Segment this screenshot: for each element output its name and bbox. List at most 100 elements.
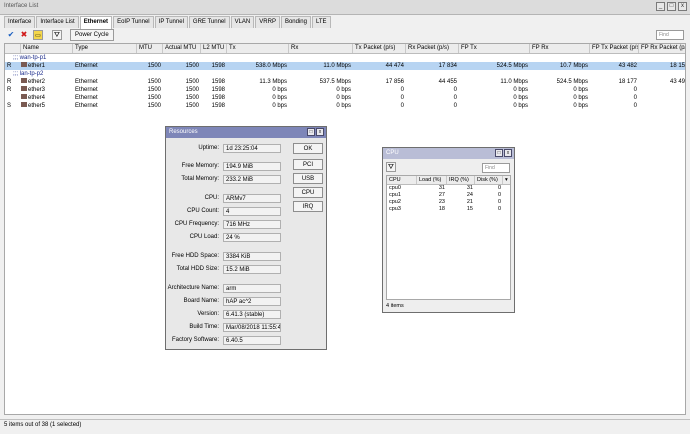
tab-gre-tunnel[interactable]: GRE Tunnel xyxy=(188,16,230,28)
irq-button[interactable]: IRQ xyxy=(293,201,323,212)
table-row-ether2[interactable]: R ether2 Ethernet 1500 1500 1598 11.3 Mb… xyxy=(5,78,685,86)
table-row[interactable]: cpu3 18 15 0 xyxy=(387,206,510,213)
row-l2mtu: 1598 xyxy=(211,87,225,93)
cpu-label: CPU: xyxy=(204,195,219,201)
tab-bar: Interface Interface List Ethernet EoIP T… xyxy=(4,16,332,29)
window-titlebar[interactable]: Interface List _ □ x xyxy=(0,0,690,15)
cpu-find-input[interactable]: Find xyxy=(482,163,510,173)
interface-icon xyxy=(21,78,27,83)
column-header-fp-rx[interactable]: FP Rx xyxy=(530,44,590,53)
row-fp-tx: 11.0 Mbps xyxy=(500,79,528,85)
enable-icon[interactable]: ✔ xyxy=(6,30,16,40)
row-fp-rx: 0 bps xyxy=(573,103,588,109)
column-header-disk[interactable]: Disk (%) xyxy=(475,176,503,184)
build-time-value[interactable]: Mar/08/2018 11:55:40 xyxy=(223,323,281,332)
column-header-flags[interactable] xyxy=(5,44,21,53)
factory-software-label: Factory Software: xyxy=(171,337,219,343)
column-header-irq[interactable]: IRQ (%) xyxy=(447,176,475,184)
cpu-name: cpu1 xyxy=(389,192,401,198)
table-row[interactable]: cpu0 31 31 0 xyxy=(387,185,510,192)
column-header-type[interactable]: Type xyxy=(73,44,137,53)
cpu-count-value[interactable]: 4 xyxy=(223,207,281,216)
cpu-titlebar[interactable]: CPU □ x xyxy=(383,148,514,159)
tab-eoip-tunnel[interactable]: EoIP Tunnel xyxy=(113,16,154,28)
free-hdd-value[interactable]: 3384 KiB xyxy=(223,252,281,261)
table-row[interactable]: cpu2 23 21 0 xyxy=(387,199,510,206)
cpu-value[interactable]: ARMv7 xyxy=(223,194,281,203)
power-cycle-button[interactable]: Power Cycle xyxy=(70,29,114,41)
cpu-filter-icon[interactable]: ⛛ xyxy=(386,162,396,172)
column-header-load[interactable]: Load (%) xyxy=(417,176,447,184)
tab-interface-list[interactable]: Interface List xyxy=(36,16,79,28)
interface-icon xyxy=(21,94,27,99)
total-memory-value[interactable]: 233.2 MiB xyxy=(223,175,281,184)
version-value[interactable]: 6.41.3 (stable) xyxy=(223,310,281,319)
tab-ip-tunnel[interactable]: IP Tunnel xyxy=(154,16,188,28)
factory-software-value[interactable]: 6.40.5 xyxy=(223,336,281,345)
tab-vrrp[interactable]: VRRP xyxy=(255,16,280,28)
tab-vlan[interactable]: VLAN xyxy=(230,16,255,28)
column-header-name[interactable]: Name xyxy=(21,44,73,53)
tab-lte[interactable]: LTE xyxy=(311,16,331,28)
usb-button[interactable]: USB xyxy=(293,173,323,184)
resources-dialog: Resources □ x Uptime: 1d 23:25:04 Free M… xyxy=(165,126,327,350)
cpu-status: 4 items xyxy=(386,303,404,309)
resources-titlebar[interactable]: Resources □ x xyxy=(166,127,326,138)
tab-bonding[interactable]: Bonding xyxy=(280,16,311,28)
close-button[interactable]: x xyxy=(678,2,687,11)
column-header-fp-rx-packet[interactable]: FP Rx Packet (p/s) xyxy=(639,44,685,53)
column-header-cpu[interactable]: CPU xyxy=(387,176,417,184)
row-l2mtu: 1598 xyxy=(211,103,225,109)
column-header-fp-tx-packet[interactable]: FP Tx Packet (p/s) xyxy=(590,44,639,53)
row-tx: 0 bps xyxy=(272,87,287,93)
group-comment-row[interactable]: ;;; lan-tp-p2 xyxy=(5,70,685,78)
tab-interface[interactable]: Interface xyxy=(4,16,36,28)
filter-icon[interactable]: ⛛ xyxy=(52,30,62,40)
cpu-load-value[interactable]: 24 % xyxy=(223,233,281,242)
maximize-button[interactable]: □ xyxy=(667,2,676,11)
cpu-button[interactable]: CPU xyxy=(293,187,323,198)
row-mtu: 1500 xyxy=(147,63,161,69)
row-actual-mtu: 1500 xyxy=(185,79,199,85)
architecture-value[interactable]: arm xyxy=(223,284,281,293)
comment-icon[interactable]: ▭ xyxy=(33,30,43,40)
column-header-tx[interactable]: Tx xyxy=(227,44,289,53)
free-memory-value[interactable]: 194.9 MiB xyxy=(223,162,281,171)
row-type: Ethernet xyxy=(75,95,98,101)
column-header-l2-mtu[interactable]: L2 MTU xyxy=(201,44,227,53)
uptime-value[interactable]: 1d 23:25:04 xyxy=(223,144,281,153)
column-header-tx-packet[interactable]: Tx Packet (p/s) xyxy=(353,44,406,53)
cpu-frequency-value[interactable]: 716 MHz xyxy=(223,220,281,229)
group-comment-row[interactable]: ;;; wan-tp-p1 xyxy=(5,54,685,62)
row-fp-tx-packet: 0 xyxy=(633,95,637,101)
column-header-mtu[interactable]: MTU xyxy=(137,44,163,53)
column-header-rx[interactable]: Rx xyxy=(289,44,353,53)
column-header-fp-tx[interactable]: FP Tx xyxy=(459,44,530,53)
find-input[interactable]: Find xyxy=(656,30,684,40)
pci-button[interactable]: PCI xyxy=(293,159,323,170)
table-row-ether5[interactable]: S ether5 Ethernet 1500 1500 1598 0 bps 0… xyxy=(5,102,685,110)
row-l2mtu: 1598 xyxy=(211,95,225,101)
board-name-value[interactable]: hAP ac^2 xyxy=(223,297,281,306)
ok-button[interactable]: OK xyxy=(293,143,323,154)
interface-icon xyxy=(21,102,27,107)
row-rx: 0 bps xyxy=(336,87,351,93)
column-header-rx-packet[interactable]: Rx Packet (p/s) xyxy=(406,44,459,53)
group-comment: ;;; wan-tp-p1 xyxy=(13,55,47,61)
table-row-ether3[interactable]: R ether3 Ethernet 1500 1500 1598 0 bps 0… xyxy=(5,86,685,94)
table-row-ether4[interactable]: ether4 Ethernet 1500 1500 1598 0 bps 0 b… xyxy=(5,94,685,102)
cpu-close-button[interactable]: x xyxy=(504,149,512,157)
table-row-ether1[interactable]: R ether1 Ethernet 1500 1500 1598 538.0 M… xyxy=(5,62,685,70)
column-menu-icon[interactable]: ▾ xyxy=(503,176,510,184)
total-hdd-value[interactable]: 15.2 MiB xyxy=(223,265,281,274)
resources-maximize-button[interactable]: □ xyxy=(307,128,315,136)
row-fp-rx: 0 bps xyxy=(573,87,588,93)
row-fp-tx: 0 bps xyxy=(513,87,528,93)
resources-close-button[interactable]: x xyxy=(316,128,324,136)
disable-icon[interactable]: ✖ xyxy=(19,30,29,40)
table-row[interactable]: cpu1 27 24 0 xyxy=(387,192,510,199)
minimize-button[interactable]: _ xyxy=(656,2,665,11)
column-header-actual-mtu[interactable]: Actual MTU xyxy=(163,44,201,53)
tab-ethernet[interactable]: Ethernet xyxy=(79,16,113,29)
cpu-maximize-button[interactable]: □ xyxy=(495,149,503,157)
